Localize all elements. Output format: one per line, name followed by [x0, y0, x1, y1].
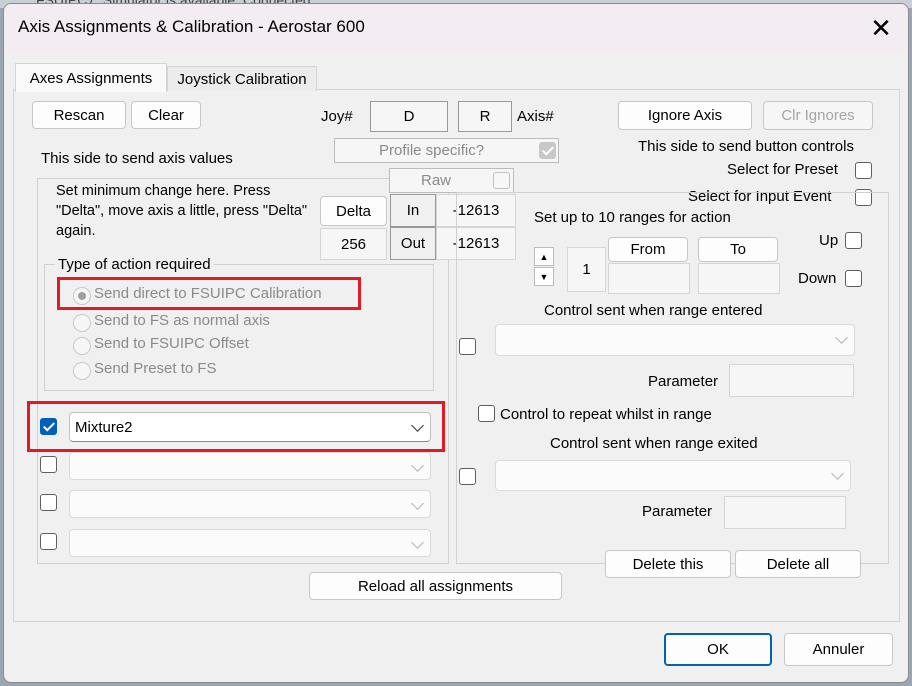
raw-label: Raw	[421, 172, 452, 189]
assignment-checkbox-2[interactable]	[40, 456, 57, 473]
profile-specific-box[interactable]: Profile specific?	[334, 138, 559, 163]
axis-value: R	[458, 101, 512, 132]
highlight-assignment	[27, 401, 445, 452]
axis-side-label: This side to send axis values	[41, 150, 233, 167]
highlight-calibration	[57, 277, 361, 310]
chevron-down-icon	[411, 459, 424, 472]
action-label-normal-axis: Send to FS as normal axis	[94, 312, 270, 329]
assignment-select-4[interactable]	[69, 529, 431, 557]
button-side-label: This side to send button controls	[638, 138, 854, 155]
from-button[interactable]: From	[608, 237, 688, 262]
assignment-checkbox-4[interactable]	[40, 533, 57, 550]
parameter-label: Parameter	[648, 373, 719, 390]
chevron-down-icon	[835, 331, 848, 344]
repeat-label: Control to repeat whilst in range	[500, 406, 712, 423]
dialog-window: Axis Assignments & Calibration - Aerosta…	[3, 3, 909, 683]
window-title: Axis Assignments & Calibration - Aerosta…	[18, 17, 365, 36]
raw-checkbox[interactable]	[493, 172, 510, 189]
clear-button[interactable]: Clear	[131, 101, 201, 129]
assignment-select-2[interactable]	[69, 452, 431, 480]
reload-all-assignments-button[interactable]: Reload all assignments	[309, 572, 562, 600]
from-value[interactable]	[608, 263, 690, 294]
control-exited-label: Control sent when range exited	[550, 435, 758, 452]
cancel-button[interactable]: Annuler	[784, 633, 893, 666]
action-radio-preset[interactable]	[73, 362, 91, 380]
out-label: Out	[390, 227, 436, 260]
assignment-select-3[interactable]	[69, 490, 431, 518]
ignore-axis-button[interactable]: Ignore Axis	[618, 101, 752, 130]
joy-label: Joy#	[321, 108, 353, 125]
repeat-checkbox[interactable]	[478, 405, 495, 422]
axis-label: Axis#	[517, 108, 554, 125]
parameter2-label: Parameter	[642, 503, 713, 520]
title-bar: Axis Assignments & Calibration - Aerosta…	[4, 4, 908, 52]
select-preset-label: Select for Preset	[727, 161, 838, 178]
control-exited-select[interactable]	[495, 460, 851, 491]
tab-axes-assignments[interactable]: Axes Assignments	[15, 63, 167, 92]
tab-label: Joystick Calibration	[177, 70, 307, 88]
select-preset-checkbox[interactable]	[855, 162, 872, 179]
up-label: Up	[819, 232, 839, 249]
down-checkbox[interactable]	[845, 270, 862, 287]
chevron-down-icon	[411, 536, 424, 549]
clr-ignores-button: Clr Ignores	[763, 101, 873, 130]
range-number: 1	[567, 247, 606, 292]
action-radio-normal-axis[interactable]	[73, 314, 91, 332]
up-checkbox[interactable]	[845, 232, 862, 249]
action-label-preset: Send Preset to FS	[94, 360, 217, 377]
action-type-label: Type of action required	[55, 256, 214, 273]
delete-all-button[interactable]: Delete all	[735, 550, 861, 578]
ok-button[interactable]: OK	[664, 633, 772, 666]
profile-specific-checkbox[interactable]	[539, 142, 556, 159]
assignment-checkbox-3[interactable]	[40, 494, 57, 511]
rescan-button[interactable]: Rescan	[32, 101, 126, 129]
control-entered-select[interactable]	[495, 324, 855, 356]
joy-value: D	[370, 101, 448, 132]
profile-specific-label: Profile specific?	[379, 142, 485, 159]
range-up-arrow-icon[interactable]: ▲	[534, 247, 554, 266]
ranges-label: Set up to 10 ranges for action	[532, 209, 733, 226]
action-label-offset: Send to FSUIPC Offset	[94, 335, 249, 352]
delta-value[interactable]: 256	[320, 228, 387, 260]
parameter-input[interactable]	[729, 364, 854, 397]
tab-joystick-calibration[interactable]: Joystick Calibration	[167, 66, 317, 91]
delete-this-button[interactable]: Delete this	[605, 550, 731, 578]
control-entered-label: Control sent when range entered	[544, 302, 763, 319]
chevron-down-icon	[411, 497, 424, 510]
in-label: In	[390, 194, 436, 227]
parameter2-input[interactable]	[724, 496, 846, 529]
control-entered-checkbox[interactable]	[459, 338, 476, 355]
control-exited-checkbox[interactable]	[459, 468, 476, 485]
close-icon[interactable]: ✕	[860, 10, 902, 46]
tab-label: Axes Assignments	[29, 69, 153, 87]
delta-button[interactable]: Delta	[320, 196, 387, 226]
to-button[interactable]: To	[698, 237, 778, 262]
range-down-arrow-icon[interactable]: ▼	[534, 267, 554, 286]
action-radio-offset[interactable]	[73, 337, 91, 355]
delta-instructions: Set minimum change here. Press "Delta", …	[56, 183, 308, 239]
down-label: Down	[798, 270, 837, 287]
to-value[interactable]	[698, 263, 780, 294]
chevron-down-icon	[831, 467, 844, 480]
